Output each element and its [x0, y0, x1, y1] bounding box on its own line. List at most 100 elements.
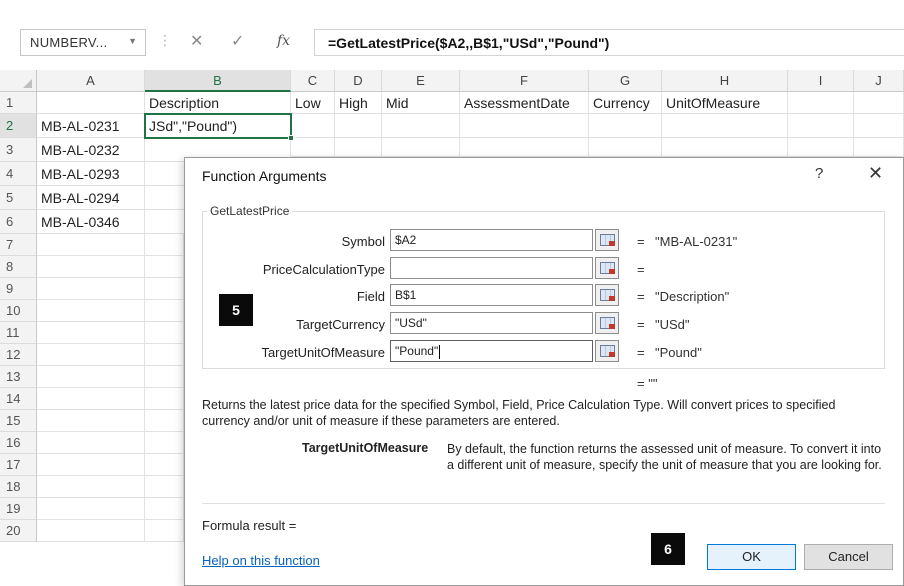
row-header-4[interactable]: 4	[0, 162, 37, 186]
row-header-7[interactable]: 7	[0, 234, 37, 256]
drag-handle-icon[interactable]: ⋮	[158, 32, 172, 49]
cancel-entry-icon[interactable]: ✕	[190, 31, 203, 51]
cancel-button[interactable]: Cancel	[804, 544, 893, 570]
cell-b19[interactable]	[145, 498, 184, 520]
cell-g2[interactable]	[589, 114, 662, 138]
cell-b16[interactable]	[145, 432, 184, 454]
cell-b18[interactable]	[145, 476, 184, 498]
cell-e3[interactable]	[382, 138, 460, 157]
cell-a9[interactable]	[37, 278, 145, 300]
cell-d3[interactable]	[335, 138, 382, 157]
row-header-11[interactable]: 11	[0, 322, 37, 344]
cell-c3[interactable]	[291, 138, 335, 157]
row-header-12[interactable]: 12	[0, 344, 37, 366]
chevron-down-icon[interactable]: ▼	[128, 36, 137, 46]
help-icon[interactable]: ?	[815, 165, 823, 182]
cell-e2[interactable]	[382, 114, 460, 138]
arg-input-symbol[interactable]: $A2	[390, 229, 593, 251]
enter-checkmark-icon[interactable]: ✓	[231, 31, 244, 51]
cell-h3[interactable]	[662, 138, 788, 157]
insert-function-icon[interactable]: fx	[277, 33, 290, 49]
cell-a13[interactable]	[37, 366, 145, 388]
cell-b9[interactable]	[145, 278, 184, 300]
formula-input[interactable]: =GetLatestPrice($A2,,B$1,"USd","Pound")	[314, 29, 904, 56]
cell-h1[interactable]: UnitOfMeasure	[662, 92, 788, 114]
column-header-d[interactable]: D	[335, 70, 382, 92]
row-header-15[interactable]: 15	[0, 410, 37, 432]
cell-a11[interactable]	[37, 322, 145, 344]
column-header-e[interactable]: E	[382, 70, 460, 92]
column-header-i[interactable]: I	[788, 70, 854, 92]
column-header-j[interactable]: J	[854, 70, 904, 92]
cell-i2[interactable]	[788, 114, 854, 138]
cell-b14[interactable]	[145, 388, 184, 410]
row-header-3[interactable]: 3	[0, 138, 37, 162]
cell-d2[interactable]	[335, 114, 382, 138]
row-header-6[interactable]: 6	[0, 210, 37, 234]
cell-h2[interactable]	[662, 114, 788, 138]
row-header-17[interactable]: 17	[0, 454, 37, 476]
cell-j3[interactable]	[854, 138, 904, 157]
row-header-20[interactable]: 20	[0, 520, 37, 542]
row-header-9[interactable]: 9	[0, 278, 37, 300]
column-header-g[interactable]: G	[589, 70, 662, 92]
cell-b17[interactable]	[145, 454, 184, 476]
cell-a18[interactable]	[37, 476, 145, 498]
ok-button[interactable]: OK	[707, 544, 796, 570]
cell-a2[interactable]: MB-AL-0231	[37, 114, 145, 138]
cell-a4[interactable]: MB-AL-0293	[37, 162, 145, 186]
arg-input-targetcurrency[interactable]: "USd"	[390, 312, 593, 334]
cell-f1[interactable]: AssessmentDate	[460, 92, 589, 114]
help-on-function-link[interactable]: Help on this function	[202, 553, 320, 568]
cell-f3[interactable]	[460, 138, 589, 157]
collapse-dialog-button-symbol[interactable]	[595, 229, 619, 251]
arg-input-field[interactable]: B$1	[390, 284, 593, 306]
cell-b11[interactable]	[145, 322, 184, 344]
cell-b10[interactable]	[145, 300, 184, 322]
cell-b20[interactable]	[145, 520, 184, 542]
cell-a8[interactable]	[37, 256, 145, 278]
column-header-b[interactable]: B	[145, 70, 291, 92]
cell-i3[interactable]	[788, 138, 854, 157]
row-header-2[interactable]: 2	[0, 114, 37, 138]
fill-handle[interactable]	[288, 135, 294, 141]
cell-a17[interactable]	[37, 454, 145, 476]
cell-b1[interactable]: Description	[145, 92, 291, 114]
row-header-16[interactable]: 16	[0, 432, 37, 454]
cell-f2[interactable]	[460, 114, 589, 138]
cell-g1[interactable]: Currency	[589, 92, 662, 114]
cell-g3[interactable]	[589, 138, 662, 157]
name-box[interactable]: NUMBERV... ▼	[20, 29, 146, 56]
active-cell-selection[interactable]	[144, 113, 292, 139]
cell-b7[interactable]	[145, 234, 184, 256]
cell-b8[interactable]	[145, 256, 184, 278]
arg-input-pricecalculationtype[interactable]	[390, 257, 593, 279]
cell-a19[interactable]	[37, 498, 145, 520]
cell-c2[interactable]	[291, 114, 335, 138]
cell-b15[interactable]	[145, 410, 184, 432]
arg-input-targetunitofmeasure[interactable]: "Pound"	[390, 340, 593, 362]
column-header-c[interactable]: C	[291, 70, 335, 92]
row-header-10[interactable]: 10	[0, 300, 37, 322]
cell-a10[interactable]	[37, 300, 145, 322]
row-header-19[interactable]: 19	[0, 498, 37, 520]
collapse-dialog-button-targetunitofmeasure[interactable]	[595, 340, 619, 362]
cell-b12[interactable]	[145, 344, 184, 366]
cell-a12[interactable]	[37, 344, 145, 366]
row-header-14[interactable]: 14	[0, 388, 37, 410]
cell-d1[interactable]: High	[335, 92, 382, 114]
cell-e1[interactable]: Mid	[382, 92, 460, 114]
cell-a5[interactable]: MB-AL-0294	[37, 186, 145, 210]
cell-j1[interactable]	[854, 92, 904, 114]
row-header-1[interactable]: 1	[0, 92, 37, 114]
cell-i1[interactable]	[788, 92, 854, 114]
row-header-5[interactable]: 5	[0, 186, 37, 210]
column-header-f[interactable]: F	[460, 70, 589, 92]
cell-a15[interactable]	[37, 410, 145, 432]
cell-a14[interactable]	[37, 388, 145, 410]
cell-a7[interactable]	[37, 234, 145, 256]
close-icon[interactable]: ✕	[868, 163, 883, 184]
cell-a6[interactable]: MB-AL-0346	[37, 210, 145, 234]
column-header-h[interactable]: H	[662, 70, 788, 92]
cell-c1[interactable]: Low	[291, 92, 335, 114]
